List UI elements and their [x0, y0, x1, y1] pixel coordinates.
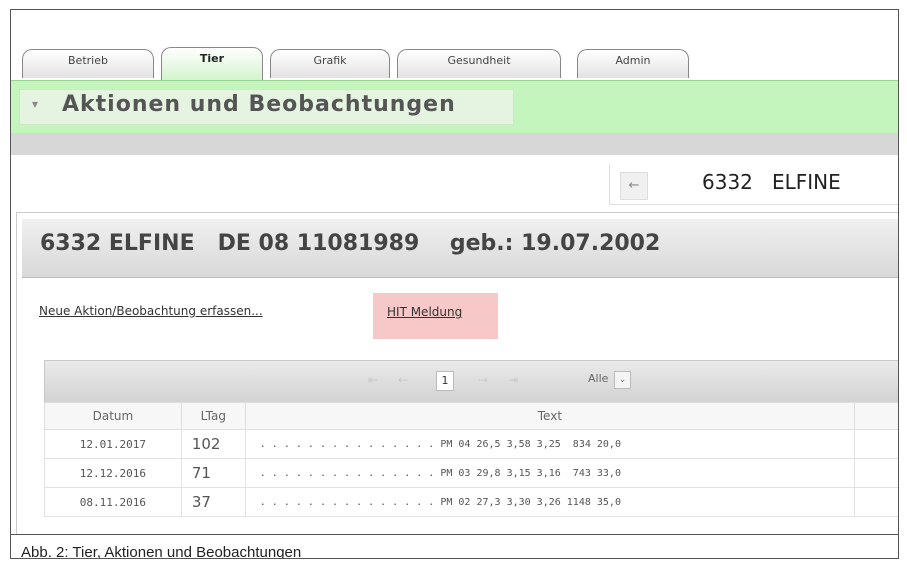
animal-header: 6332 ELFINE DE 08 11081989 geb.: 19.07.2…	[22, 219, 898, 278]
tab-label: Gesundheit	[447, 54, 511, 67]
tab-label: Tier	[199, 52, 225, 65]
table-row[interactable]: 08.11.2016 37 . . . . . . . . . . . . . …	[44, 487, 898, 517]
tab-tier[interactable]: Tier	[161, 47, 263, 81]
tab-grafik[interactable]: Grafik	[270, 49, 390, 78]
cell-datum: 12.12.2016	[44, 458, 182, 488]
chevron-down-icon[interactable]: ⌄	[614, 371, 631, 389]
cell-ltag: 37	[180, 487, 246, 517]
cell-extra	[854, 458, 898, 488]
tab-label: Grafik	[313, 54, 347, 67]
actions-table: Datum LTag Text 12.01.2017 102 . . . . .…	[44, 402, 898, 517]
next-page-icon[interactable]: →	[478, 373, 488, 387]
cell-ltag: 71	[180, 458, 246, 488]
cell-ltag: 102	[180, 429, 246, 459]
last-page-icon[interactable]: ⇥	[508, 373, 518, 387]
animal-title: 6332 ELFINE DE 08 11081989 geb.: 19.07.2…	[40, 231, 661, 256]
cell-datum: 08.11.2016	[44, 487, 182, 517]
tab-label: Betrieb	[68, 54, 108, 67]
previous-animal-button[interactable]: ←	[620, 172, 648, 200]
collapse-arrow-icon[interactable]: ▾	[32, 97, 38, 111]
prev-page-icon[interactable]: ←	[398, 373, 408, 387]
first-page-icon[interactable]: ⇤	[368, 373, 378, 387]
column-header-text[interactable]: Text	[244, 402, 856, 430]
column-header-ltag[interactable]: LTag	[180, 402, 246, 430]
tab-bar: Betrieb Tier Grafik Gesundheit Admin	[11, 40, 898, 81]
pager-toolbar: ⇤ ← 1 → ⇥ Alle ⌄	[44, 360, 898, 404]
current-animal-label: 6332 ELFINE	[702, 170, 841, 194]
column-header-extra	[854, 402, 898, 430]
tab-label: Admin	[615, 54, 651, 67]
tab-betrieb[interactable]: Betrieb	[22, 49, 154, 78]
table-header-row: Datum LTag Text	[44, 402, 898, 430]
page-size-value[interactable]: Alle	[588, 372, 608, 385]
cell-extra	[854, 487, 898, 517]
page-number[interactable]: 1	[436, 371, 454, 391]
hit-report-link[interactable]: HIT Meldung	[387, 305, 462, 319]
toolbar-strip	[11, 133, 898, 155]
section-title-box[interactable]: ▾ Aktionen und Beobachtungen	[19, 89, 514, 125]
screenshot-frame: Betrieb Tier Grafik Gesundheit Admin ▾ A…	[10, 9, 899, 559]
table-row[interactable]: 12.01.2017 102 . . . . . . . . . . . . .…	[44, 429, 898, 459]
figure-caption: Abb. 2: Tier, Aktionen und Beobachtungen	[11, 534, 898, 559]
section-header-bar: ▾ Aktionen und Beobachtungen	[11, 80, 898, 134]
cell-text: . . . . . . . . . . . . . . . PM 03 29,8…	[244, 458, 856, 488]
cell-text: . . . . . . . . . . . . . . . PM 02 27,3…	[244, 487, 856, 517]
section-title: Aktionen und Beobachtungen	[62, 92, 456, 117]
cell-extra	[854, 429, 898, 459]
new-action-link[interactable]: Neue Aktion/Beobachtung erfassen...	[39, 304, 263, 318]
column-header-datum[interactable]: Datum	[44, 402, 182, 430]
tab-admin[interactable]: Admin	[577, 49, 689, 78]
cell-text: . . . . . . . . . . . . . . . PM 04 26,5…	[244, 429, 856, 459]
table-row[interactable]: 12.12.2016 71 . . . . . . . . . . . . . …	[44, 458, 898, 488]
cell-datum: 12.01.2017	[44, 429, 182, 459]
hit-report-box: HIT Meldung	[373, 293, 498, 339]
tab-gesundheit[interactable]: Gesundheit	[397, 49, 561, 78]
animal-navigator: ← 6332 ELFINE	[609, 164, 898, 205]
caption-text: Abb. 2: Tier, Aktionen und Beobachtungen	[21, 544, 302, 559]
